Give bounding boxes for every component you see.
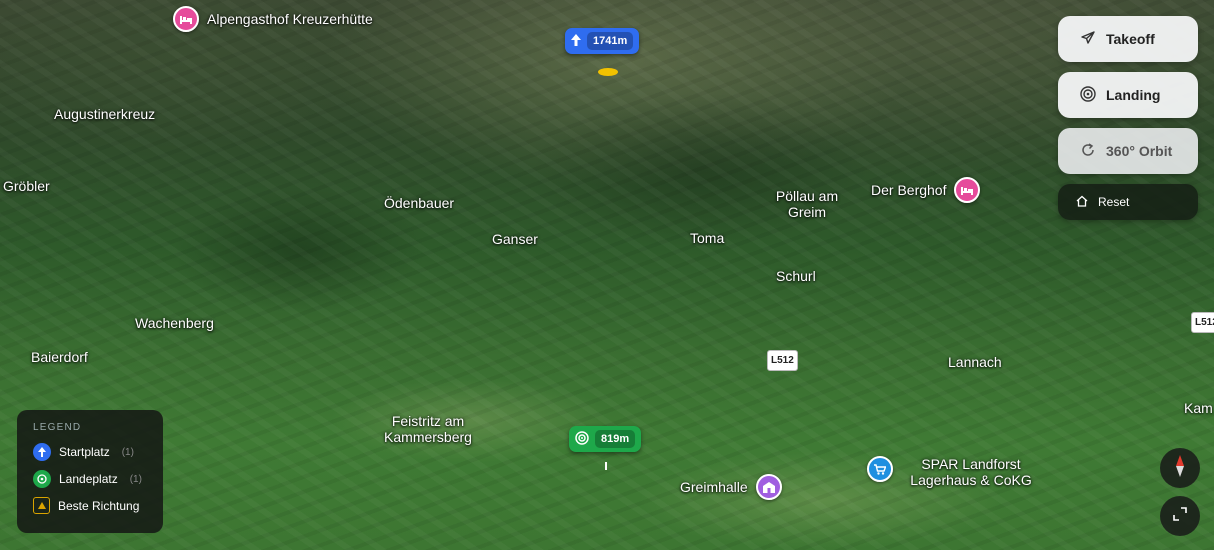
poi-berghof[interactable]: Der Berghof bbox=[871, 177, 981, 203]
place-toma: Toma bbox=[690, 230, 725, 246]
poi-greimhalle-label: Greimhalle bbox=[680, 479, 748, 495]
target-icon bbox=[1080, 85, 1096, 105]
legend-item-startplatz: Startplatz (1) bbox=[33, 443, 147, 461]
triangle-icon bbox=[33, 497, 50, 514]
venue-icon bbox=[755, 474, 782, 500]
takeoff-pin bbox=[598, 68, 618, 76]
arrow-up-icon bbox=[571, 33, 581, 49]
legend-count: (1) bbox=[129, 473, 142, 485]
orbit-button[interactable]: 360° Orbit bbox=[1058, 128, 1198, 174]
orbit-button-label: 360° Orbit bbox=[1106, 143, 1173, 159]
target-icon bbox=[33, 470, 51, 488]
landing-button-label: Landing bbox=[1106, 87, 1161, 103]
shop-icon bbox=[867, 456, 893, 482]
place-wachenberg: Wachenberg bbox=[135, 315, 214, 331]
place-ganser: Ganser bbox=[492, 231, 538, 247]
terrain-map[interactable]: Augustinerkreuz Gröbler Ödenbauer Ganser… bbox=[0, 0, 1214, 550]
compass-button[interactable] bbox=[1160, 448, 1200, 488]
reset-button[interactable]: Reset bbox=[1058, 184, 1198, 220]
landing-pin bbox=[605, 462, 607, 470]
legend-label: Landeplatz bbox=[59, 472, 118, 486]
place-groebler: Gröbler bbox=[3, 178, 50, 194]
poi-greimhalle[interactable]: Greimhalle bbox=[680, 474, 782, 500]
place-poellau: Pöllau am Greim bbox=[775, 188, 839, 220]
place-kam: Kam bbox=[1184, 400, 1213, 416]
plane-icon bbox=[1080, 30, 1096, 49]
poi-berghof-label: Der Berghof bbox=[871, 182, 947, 198]
legend-panel: LEGEND Startplatz (1) Landeplatz (1) Bes… bbox=[17, 410, 163, 533]
place-baierdorf: Baierdorf bbox=[31, 349, 88, 365]
landing-button[interactable]: Landing bbox=[1058, 72, 1198, 118]
place-lannach: Lannach bbox=[948, 354, 1002, 370]
legend-label: Startplatz bbox=[59, 445, 110, 459]
arrow-up-icon bbox=[33, 443, 51, 461]
poi-spar-label: SPAR Landforst Lagerhaus & CoKG bbox=[910, 456, 1032, 488]
legend-count: (1) bbox=[121, 446, 134, 458]
target-icon bbox=[575, 430, 589, 448]
poi-alpengasthof-label: Alpengasthof Kreuzerhütte bbox=[207, 11, 373, 27]
landing-marker[interactable]: 819m bbox=[569, 426, 642, 452]
landing-altitude: 819m bbox=[595, 430, 636, 448]
road-sign-l512: L512 bbox=[1191, 312, 1214, 333]
legend-title: LEGEND bbox=[33, 422, 82, 433]
place-augustinerkreuz: Augustinerkreuz bbox=[54, 106, 156, 122]
place-schurl: Schurl bbox=[776, 268, 816, 284]
road-sign-l512: L512 bbox=[767, 350, 798, 371]
place-oedenbauer: Ödenbauer bbox=[384, 195, 455, 211]
reset-button-label: Reset bbox=[1098, 195, 1130, 209]
takeoff-marker[interactable]: 1741m bbox=[565, 28, 640, 54]
legend-label: Beste Richtung bbox=[58, 498, 140, 513]
home-icon bbox=[1076, 195, 1088, 210]
takeoff-button[interactable]: Takeoff bbox=[1058, 16, 1198, 62]
place-feistritz: Feistritz am Kammersberg bbox=[384, 413, 472, 445]
fullscreen-button[interactable] bbox=[1160, 496, 1200, 536]
rotate-icon bbox=[1080, 142, 1096, 161]
fullscreen-icon bbox=[1173, 506, 1187, 526]
poi-alpengasthof[interactable]: Alpengasthof Kreuzerhütte bbox=[173, 6, 373, 32]
hotel-icon bbox=[173, 6, 199, 32]
poi-spar[interactable]: SPAR Landforst Lagerhaus & CoKG bbox=[867, 456, 1041, 488]
takeoff-button-label: Takeoff bbox=[1106, 31, 1155, 47]
hotel-icon bbox=[954, 177, 981, 203]
takeoff-altitude: 1741m bbox=[587, 32, 634, 50]
legend-item-landeplatz: Landeplatz (1) bbox=[33, 470, 147, 488]
legend-item-beste-richtung: Beste Richtung bbox=[33, 497, 147, 514]
compass-icon bbox=[1173, 454, 1187, 482]
